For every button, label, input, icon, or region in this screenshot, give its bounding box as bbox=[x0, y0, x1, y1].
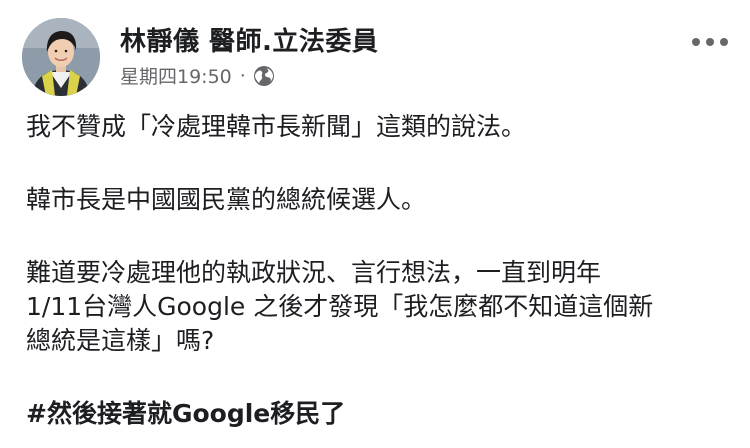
post-paragraph-3: 難道要冷處理他的執政狀況、言行想法，一直到明年 1/11台灣人Google 之後… bbox=[26, 258, 654, 355]
globe-icon[interactable] bbox=[253, 65, 275, 87]
hashtag-link[interactable]: #然後接著就Google移民了 bbox=[26, 399, 345, 428]
author-name[interactable]: 林靜儀 醫師.立法委員 bbox=[120, 21, 378, 58]
facebook-post: 林靜儀 醫師.立法委員 星期四19:50 · 我不贊成「冷處理韓市長新聞」這類的… bbox=[0, 0, 750, 448]
avatar-image bbox=[22, 18, 100, 96]
menu-dot bbox=[720, 38, 728, 46]
menu-dot bbox=[706, 38, 714, 46]
post-meta: 星期四19:50 · bbox=[120, 62, 275, 89]
post-timestamp[interactable]: 星期四19:50 bbox=[120, 62, 232, 89]
more-options-icon[interactable] bbox=[692, 30, 728, 54]
avatar[interactable] bbox=[22, 18, 100, 96]
post-paragraph-1: 我不贊成「冷處理韓市長新聞」這類的說法。 bbox=[26, 112, 527, 141]
post-paragraph-2: 韓市長是中國國民黨的總統候選人。 bbox=[26, 185, 427, 214]
meta-separator: · bbox=[239, 64, 246, 87]
post-body: 我不贊成「冷處理韓市長新聞」這類的說法。 韓市長是中國國民黨的總統候選人。 難道… bbox=[26, 110, 726, 431]
menu-dot bbox=[692, 38, 700, 46]
